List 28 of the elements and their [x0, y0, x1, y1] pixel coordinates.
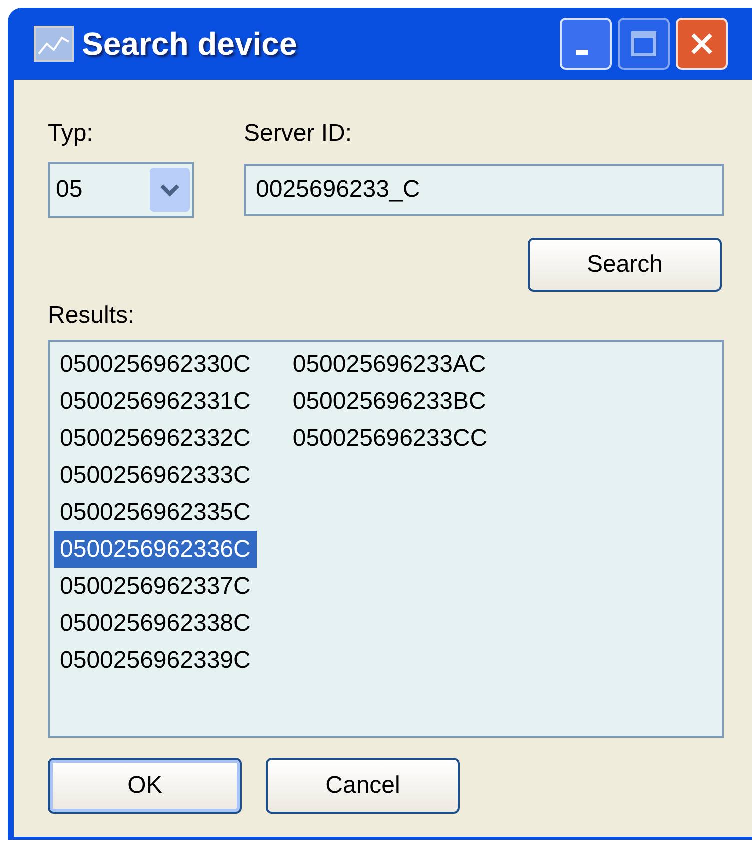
- result-item[interactable]: 0500256962339C: [54, 642, 257, 679]
- server-id-field[interactable]: 0025696233_C: [244, 164, 724, 216]
- results-label: Results:: [48, 301, 136, 331]
- ok-button[interactable]: OK: [48, 758, 242, 814]
- result-item[interactable]: 0500256962331C: [54, 383, 257, 420]
- result-item[interactable]: 050025696233AC: [286, 346, 494, 383]
- result-item[interactable]: 0500256962338C: [54, 605, 257, 642]
- minimize-button[interactable]: [560, 18, 612, 70]
- maximize-button[interactable]: [618, 18, 670, 70]
- result-item[interactable]: 0500256962336C: [54, 531, 257, 568]
- cancel-button[interactable]: Cancel: [266, 758, 460, 814]
- result-item[interactable]: 0500256962333C: [54, 457, 257, 494]
- maximize-icon: [630, 30, 658, 58]
- result-item[interactable]: 0500256962335C: [54, 494, 257, 531]
- result-item[interactable]: 0500256962337C: [54, 568, 257, 605]
- result-item[interactable]: 0500256962330C: [54, 346, 257, 383]
- server-id-label: Server ID:: [244, 119, 354, 149]
- chevron-down-icon: [150, 168, 190, 212]
- result-item[interactable]: 050025696233BC: [286, 383, 494, 420]
- typ-dropdown[interactable]: 05: [48, 162, 194, 218]
- chart-icon: [34, 26, 74, 62]
- result-item[interactable]: 050025696233CC: [286, 420, 494, 457]
- window-title: Search device: [82, 25, 298, 64]
- result-item[interactable]: 0500256962332C: [54, 420, 257, 457]
- typ-label: Typ:: [48, 119, 94, 149]
- minimize-icon: [576, 50, 588, 54]
- search-button[interactable]: Search: [528, 238, 722, 292]
- close-button[interactable]: [676, 18, 728, 70]
